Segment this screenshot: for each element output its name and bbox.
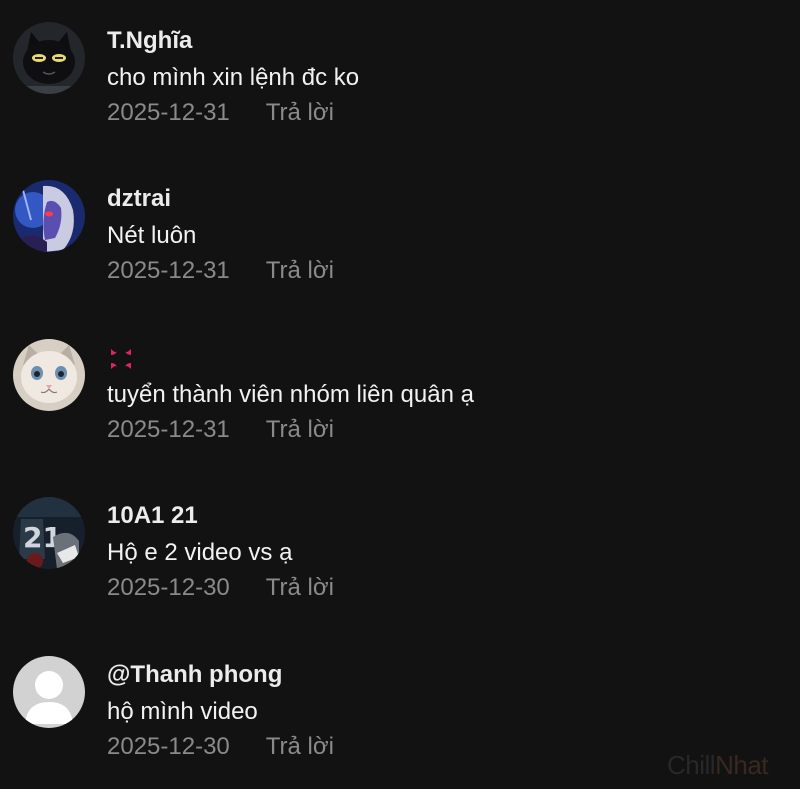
comment-date: 2025-12-31 xyxy=(107,257,230,284)
comment-item: tuyển thành viên nhóm liên quân ạ 2025-1… xyxy=(0,317,800,457)
comment-meta: 2025-12-31 Trả lời xyxy=(107,256,334,286)
jersey-21-avatar[interactable]: 21 xyxy=(13,497,85,569)
comment-content: 10A1 21 Hộ e 2 video vs ạ 2025-12-30 Trả… xyxy=(107,501,334,603)
reply-button[interactable]: Trả lời xyxy=(266,415,334,445)
comment-username[interactable] xyxy=(107,343,474,373)
comment-date: 2025-12-30 xyxy=(107,733,230,760)
kitten-avatar[interactable] xyxy=(13,339,85,411)
comment-text: hộ mình video xyxy=(107,698,258,725)
comment-content: @Thanh phong hộ mình video 2025-12-30 Tr… xyxy=(107,660,334,762)
black-cat-avatar[interactable] xyxy=(13,22,85,94)
anime-character-avatar[interactable] xyxy=(13,180,85,252)
comment-text: Nét luôn xyxy=(107,222,197,249)
comment-username[interactable]: T.Nghĩa xyxy=(107,26,359,56)
comment-content: T.Nghĩa cho mình xin lệnh đc ko 2025-12-… xyxy=(107,26,359,128)
reply-button[interactable]: Trả lời xyxy=(266,256,334,286)
comment-username[interactable]: dztrai xyxy=(107,184,334,214)
comment-item: dztrai Nét luôn 2025-12-31 Trả lời xyxy=(0,158,800,298)
comment-date: 2025-12-30 xyxy=(107,574,230,601)
comment-text: cho mình xin lệnh đc ko xyxy=(107,64,360,91)
comment-date: 2025-12-31 xyxy=(107,99,230,126)
comment-text: tuyển thành viên nhóm liên quân ạ xyxy=(107,381,474,408)
comment-item: T.Nghĩa cho mình xin lệnh đc ko 2025-12-… xyxy=(0,0,800,140)
reply-button[interactable]: Trả lời xyxy=(266,732,334,762)
reply-button[interactable]: Trả lời xyxy=(266,573,334,603)
comment-content: dztrai Nét luôn 2025-12-31 Trả lời xyxy=(107,184,334,286)
comment-meta: 2025-12-30 Trả lời xyxy=(107,573,334,603)
reply-button[interactable]: Trả lời xyxy=(266,98,334,128)
comment-text: Hộ e 2 video vs ạ xyxy=(107,539,293,566)
watermark-part2: Nhat xyxy=(715,750,768,780)
comment-date: 2025-12-31 xyxy=(107,416,230,443)
comment-meta: 2025-12-31 Trả lời xyxy=(107,98,359,128)
comment-username[interactable]: @Thanh phong xyxy=(107,660,334,690)
comment-username[interactable]: 10A1 21 xyxy=(107,501,334,531)
default-user-avatar[interactable] xyxy=(13,656,85,728)
anger-symbol-icon xyxy=(111,348,131,369)
comment-content: tuyển thành viên nhóm liên quân ạ 2025-1… xyxy=(107,343,474,445)
watermark-part1: Chill xyxy=(667,750,716,780)
watermark: ChillNhat xyxy=(667,750,768,781)
comment-meta: 2025-12-30 Trả lời xyxy=(107,732,334,762)
comment-item: 21 10A1 21 Hộ e 2 video vs ạ 2025-12-30 … xyxy=(0,475,800,615)
comment-meta: 2025-12-31 Trả lời xyxy=(107,415,474,445)
